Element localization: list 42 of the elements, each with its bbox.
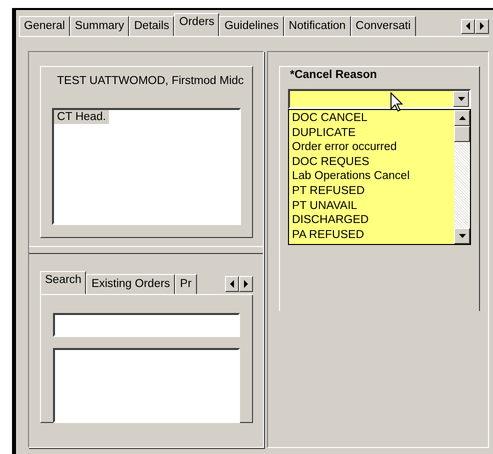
right-arrow-icon — [243, 280, 249, 288]
cancel-reason-dropdown[interactable] — [288, 89, 471, 109]
scroll-left-button[interactable] — [225, 276, 239, 292]
tab[interactable]: Notification — [284, 16, 351, 36]
left-arrow-icon — [229, 280, 235, 288]
search-field[interactable] — [53, 313, 240, 337]
orders-list[interactable]: CT Head. — [52, 108, 241, 225]
cancel-reason-label: *Cancel Reason — [290, 69, 378, 83]
tab[interactable]: Guidelines — [219, 16, 284, 36]
tab[interactable]: Existing Orders — [86, 274, 176, 294]
left-arrow-icon — [465, 22, 471, 30]
patient-name: TEST UATTWOMOD, Firstmod Midc — [57, 75, 245, 89]
caret-icon — [458, 97, 464, 101]
tab[interactable]: General — [19, 16, 70, 36]
reason-option[interactable]: DOC CANCEL — [292, 111, 451, 126]
tab[interactable]: Summary — [70, 16, 130, 36]
scroll-down-button[interactable] — [454, 228, 470, 244]
results-list[interactable] — [53, 348, 240, 423]
reason-option[interactable]: PA REFUSED — [292, 228, 451, 242]
tab[interactable]: Conversati — [350, 16, 416, 36]
tab[interactable]: Orders — [174, 13, 220, 36]
reason-option[interactable]: DUPLICATE — [292, 126, 451, 140]
reason-option[interactable]: Lab Operations Cancel — [292, 169, 451, 184]
reason-option[interactable]: Order error occurred — [292, 140, 451, 155]
reason-option[interactable]: PT UNAVAIL — [292, 198, 451, 214]
dropdown-button[interactable] — [453, 91, 469, 107]
down-arrow-icon — [458, 234, 466, 238]
reason-option[interactable]: PT REFUSED — [292, 184, 451, 199]
reason-option[interactable]: DISCHARGED — [292, 213, 451, 228]
up-arrow-icon — [458, 116, 466, 120]
order-item[interactable]: CT Head. — [54, 110, 110, 124]
splitter-handle[interactable] — [29, 246, 263, 254]
scroll-right-button[interactable] — [239, 276, 253, 292]
scrollbar[interactable] — [454, 110, 470, 244]
tab[interactable]: Pr — [175, 274, 197, 294]
tab[interactable]: Search — [40, 271, 86, 294]
reason-option[interactable]: DOC REQUES — [292, 154, 451, 170]
scroll-right-button[interactable] — [475, 18, 489, 34]
right-arrow-icon — [479, 22, 485, 30]
scroll-up-button[interactable] — [454, 110, 470, 126]
scroll-left-button[interactable] — [461, 18, 475, 34]
scroll-thumb[interactable] — [454, 126, 470, 142]
